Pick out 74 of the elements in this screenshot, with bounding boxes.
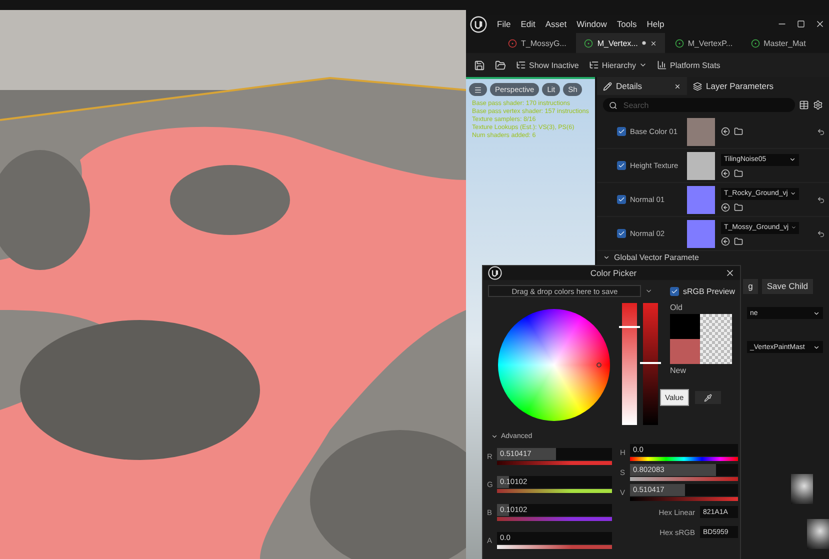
search-icon (609, 100, 618, 110)
eyedropper-button[interactable] (694, 391, 721, 404)
menu-item[interactable]: Edit (520, 19, 536, 29)
editor-tab[interactable]: T_MossyG... (500, 33, 574, 53)
reset-icon[interactable] (817, 128, 825, 136)
caret-icon (789, 156, 796, 163)
editor-tab[interactable]: Master_Mat (742, 33, 814, 53)
folder-icon[interactable] (734, 127, 743, 136)
panel-tab[interactable]: Details (597, 77, 687, 95)
menu-item[interactable]: Asset (545, 19, 567, 29)
panel-button[interactable]: Save Child (762, 278, 813, 294)
checkbox[interactable] (617, 229, 626, 238)
checkbox-label: sRGB Preview (683, 286, 736, 296)
swatch-label: Old (670, 303, 684, 312)
viewport-menu-button[interactable] (469, 83, 487, 96)
close-icon[interactable] (650, 40, 657, 46)
caret-icon (790, 224, 796, 231)
close-icon[interactable] (815, 19, 825, 29)
folder-icon[interactable] (734, 236, 743, 246)
menu-icon (474, 86, 482, 94)
menu-item[interactable]: Window (576, 19, 607, 29)
alpha-preview (700, 314, 732, 364)
close-icon[interactable] (674, 82, 681, 90)
toolbar-button[interactable]: Platform Stats (657, 60, 720, 70)
swatch-label: New (670, 366, 688, 375)
caret-icon (491, 433, 498, 440)
table-view-icon[interactable] (799, 100, 809, 110)
save-icon[interactable] (474, 60, 485, 70)
caret-icon (813, 344, 820, 350)
checkbox[interactable] (617, 127, 626, 136)
sphere-thumbnail (791, 474, 813, 504)
search-field[interactable]: Search (603, 98, 795, 112)
close-icon[interactable] (725, 268, 735, 278)
wheel-handle[interactable] (596, 362, 602, 368)
search-field[interactable]: Search (621, 100, 789, 110)
folder-icon[interactable] (495, 60, 506, 70)
panel-tab[interactable]: Layer Parameters (687, 77, 780, 95)
menu-item[interactable]: Help (646, 19, 664, 29)
eyedropper-icon (704, 394, 712, 402)
checkbox[interactable] (670, 286, 679, 296)
arrow-circle-icon[interactable] (721, 127, 730, 136)
caret-icon (813, 310, 820, 316)
window-title: Color Picker (589, 268, 638, 278)
checkbox[interactable] (617, 161, 626, 170)
bar-handle[interactable] (619, 326, 640, 328)
arrow-circle-icon[interactable] (721, 202, 730, 212)
saturation-bar[interactable] (622, 303, 637, 425)
arrow-circle-icon[interactable] (721, 168, 730, 178)
layers-icon (693, 82, 702, 90)
bar-handle[interactable] (640, 362, 661, 364)
editor-tab[interactable]: M_Vertex... (576, 33, 665, 53)
caret-icon[interactable] (645, 287, 654, 295)
checkbox[interactable] (617, 195, 626, 204)
caret-icon (790, 190, 796, 197)
value-bar[interactable] (643, 303, 658, 425)
menu-item[interactable]: File (497, 19, 511, 29)
editor-tab[interactable]: M_VertexP... (666, 33, 741, 53)
hierarchy-icon (588, 60, 599, 70)
chart-icon (657, 60, 668, 70)
arrow-circle-icon[interactable] (721, 236, 730, 246)
group-header[interactable]: Global Vector Paramete (603, 251, 699, 264)
folder-icon[interactable] (734, 168, 743, 178)
folder-icon[interactable] (734, 202, 743, 212)
reset-icon[interactable] (817, 196, 825, 204)
menu-item[interactable]: Tools (616, 19, 637, 29)
caret-icon (603, 254, 610, 261)
reset-icon[interactable] (817, 230, 825, 238)
toolbar-button[interactable]: Hierarchy (588, 60, 648, 70)
sphere-thumbnail (807, 519, 829, 549)
settings-icon[interactable] (813, 100, 823, 110)
pencil-icon (603, 82, 612, 90)
maximize-icon[interactable] (797, 20, 805, 28)
panel-button[interactable]: g (743, 278, 758, 294)
toolbar-button[interactable]: Show Inactive (516, 60, 579, 70)
